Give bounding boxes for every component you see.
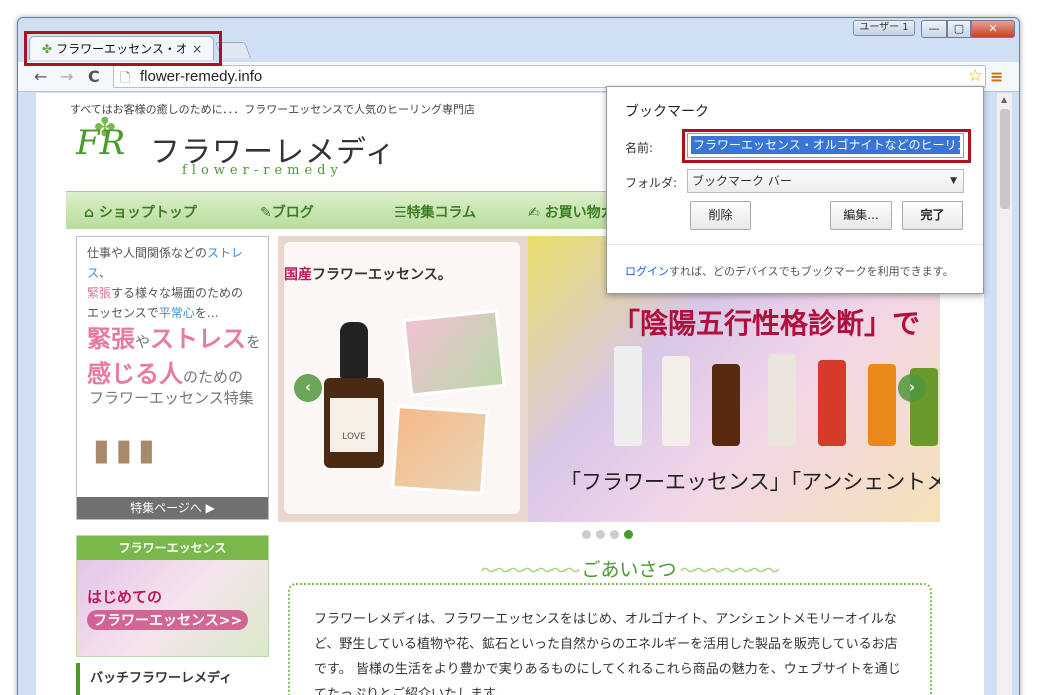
slider-pagination bbox=[582, 530, 633, 539]
footer-text: すれば、どのデバイスでもブックマークを利用できます。 bbox=[669, 265, 954, 278]
slide-left-title: 国産フラワーエッセンス。 bbox=[284, 267, 452, 283]
login-link[interactable]: ログイン bbox=[625, 265, 669, 278]
banner-lead-text: 仕事や人間関係などのストレス、 緊張する様々な場面のための エッセンスで平常心を… bbox=[87, 246, 244, 320]
banner-headline: 緊張やストレスを 感じる人のための bbox=[87, 325, 262, 388]
done-button[interactable]: 完了 bbox=[902, 201, 963, 230]
bubble-divider bbox=[607, 244, 983, 245]
bookmark-name-value[interactable]: フラワーエッセンス・オルゴナイトなどのヒーリング bbox=[691, 136, 960, 154]
logo-english: flower-remedy bbox=[182, 163, 343, 178]
clover-favicon-icon: ✤ bbox=[42, 41, 53, 56]
folder-value: ブックマーク バー bbox=[692, 174, 792, 188]
address-bar[interactable]: 🗋 flower-remedy.info ☆ bbox=[113, 65, 986, 88]
greeting-title: ～～～～～～～ ごあいさつ ～～～～～～～ bbox=[480, 559, 780, 581]
vertical-scrollbar[interactable]: ▲ bbox=[996, 93, 1012, 695]
new-tab-button[interactable] bbox=[215, 42, 251, 58]
minimize-button[interactable]: — bbox=[921, 20, 947, 38]
slider-dot[interactable] bbox=[596, 530, 605, 539]
essence-bottle-image: LOVE bbox=[324, 322, 384, 472]
swirl-right-ornament: ～～～～～～～ bbox=[676, 561, 780, 580]
chrome-menu-icon[interactable]: ≡ bbox=[990, 67, 1003, 86]
user-profile-button[interactable]: ユーザー 1 bbox=[853, 20, 915, 36]
banner-subtitle: フラワーエッセンス特集 bbox=[89, 389, 254, 407]
close-window-button[interactable]: ✕ bbox=[971, 20, 1015, 38]
bottle-2-image bbox=[662, 356, 690, 446]
nav-blog[interactable]: ✎ブログ bbox=[260, 202, 314, 222]
page-icon: 🗋 bbox=[120, 71, 131, 86]
stress-feature-banner[interactable]: 仕事や人間関係などのストレス、 緊張する様々な場面のための エッセンスで平常心を… bbox=[76, 236, 269, 520]
nav-shop-top[interactable]: ⌂ ショップトップ bbox=[84, 202, 197, 222]
slider-dot[interactable] bbox=[582, 530, 591, 539]
slide-left-panel: 国産フラワーエッセンス。 LOVE bbox=[284, 242, 520, 514]
bubble-title: ブックマーク bbox=[625, 104, 709, 120]
bookmark-star-icon[interactable]: ☆ bbox=[968, 66, 983, 86]
bouquet-photo bbox=[391, 404, 489, 496]
swirl-left-ornament: ～～～～～～～ bbox=[480, 561, 582, 580]
bookmark-bubble: ブックマーク 名前: フラワーエッセンス・オルゴナイトなどのヒーリング フォルダ… bbox=[606, 86, 984, 294]
site-tagline: すべてはお客様の癒しのために．．．フラワーエッセンスで人気のヒーリング専門店 bbox=[70, 103, 476, 116]
back-arrow-icon[interactable]: ← bbox=[34, 67, 47, 86]
bottle-label: LOVE bbox=[330, 398, 378, 452]
bottle-dropper bbox=[340, 322, 368, 378]
slide-right-title: 「陰陽五行性格診断」で bbox=[612, 307, 921, 340]
flower-photo bbox=[402, 309, 506, 397]
bottle-3-image bbox=[712, 364, 740, 446]
name-label: 名前: bbox=[625, 141, 654, 155]
delete-button[interactable]: 削除 bbox=[690, 201, 751, 230]
side-menu-bach-remedy[interactable]: バッチフラワーレメディ bbox=[76, 663, 269, 695]
folder-select[interactable]: ブックマーク バー ▼ bbox=[687, 169, 964, 193]
greeting-text: フラワーレメディは、フラワーエッセンスをはじめ、オルゴナイト、アンシェントメモリ… bbox=[314, 612, 901, 695]
scroll-thumb[interactable] bbox=[1000, 109, 1010, 209]
side-box-line-2: フラワーエッセンス>> bbox=[87, 610, 249, 630]
bottle-body: LOVE bbox=[324, 378, 384, 468]
folder-label: フォルダ: bbox=[625, 176, 678, 190]
browser-tab[interactable]: ✤ フラワーエッセンス・オルゴナイトなどのヒーリング × bbox=[29, 36, 214, 60]
bottle-6-image bbox=[868, 364, 896, 446]
slider-dot-active[interactable] bbox=[624, 530, 633, 539]
bubble-footer: ログインすれば、どのデバイスでもブックマークを利用できます。 bbox=[625, 263, 954, 279]
bottle-4-image bbox=[768, 354, 796, 446]
bookmark-name-input[interactable]: フラワーエッセンス・オルゴナイトなどのヒーリング bbox=[687, 133, 964, 158]
slider-prev-icon[interactable]: ‹ bbox=[294, 374, 322, 402]
maximize-button[interactable]: ▢ bbox=[947, 20, 971, 38]
reload-icon[interactable]: C bbox=[88, 67, 100, 86]
flower-essence-box[interactable]: フラワーエッセンス はじめての フラワーエッセンス>> bbox=[76, 535, 269, 657]
edit-button[interactable]: 編集... bbox=[830, 201, 892, 230]
slide-right-subtitle: 「フラワーエッセンス」「アンシェントメ bbox=[560, 470, 940, 494]
url-text[interactable]: flower-remedy.info bbox=[140, 68, 262, 85]
tab-close-icon[interactable]: × bbox=[192, 42, 202, 56]
list-icon: ☰ bbox=[394, 205, 407, 221]
nav-feature-column[interactable]: ☰特集コラム bbox=[394, 202, 476, 222]
title-bar: ユーザー 1 — ▢ ✕ ✤ フラワーエッセンス・オルゴナイトなどのヒーリング … bbox=[18, 18, 1019, 62]
home-icon: ⌂ bbox=[84, 205, 99, 221]
site-logo[interactable]: ✤ FR フラワーレメディ flower-remedy bbox=[76, 113, 395, 179]
side-box-line-1: はじめての bbox=[87, 588, 163, 606]
slider-dot[interactable] bbox=[610, 530, 619, 539]
bottle-5-image bbox=[818, 360, 846, 446]
feature-page-link[interactable]: 特集ページへ ▶ bbox=[77, 497, 268, 519]
dropdown-arrow-icon: ▼ bbox=[950, 176, 957, 186]
greeting-box: フラワーレメディは、フラワーエッセンスをはじめ、オルゴナイト、アンシェントメモリ… bbox=[288, 583, 932, 695]
first-time-essence-banner[interactable]: はじめての フラワーエッセンス>> bbox=[77, 560, 268, 656]
scroll-up-icon[interactable]: ▲ bbox=[1001, 95, 1007, 104]
bottles-illustration: ▮▮▮ bbox=[93, 433, 161, 468]
bottle-1-image bbox=[614, 346, 642, 446]
slider-next-icon[interactable]: › bbox=[898, 374, 926, 402]
pencil-icon: ✎ bbox=[260, 205, 272, 221]
forward-arrow-icon[interactable]: → bbox=[60, 67, 73, 86]
tab-title: フラワーエッセンス・オルゴナイトなどのヒーリング bbox=[56, 42, 187, 56]
side-box-header: フラワーエッセンス bbox=[77, 536, 268, 560]
logo-mark: FR bbox=[76, 123, 126, 163]
edit-icon: ✍ bbox=[528, 205, 545, 221]
